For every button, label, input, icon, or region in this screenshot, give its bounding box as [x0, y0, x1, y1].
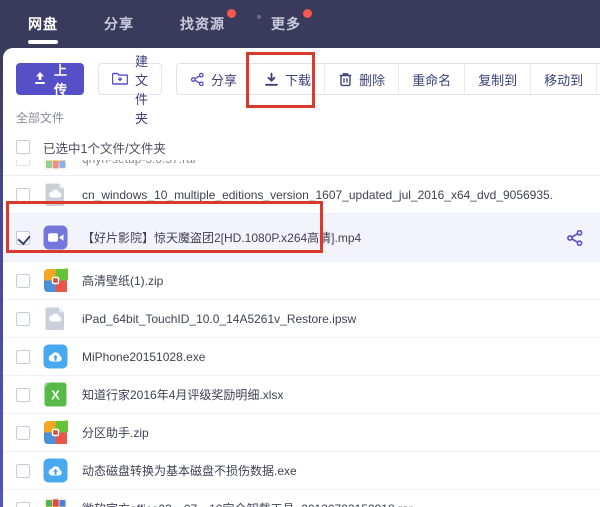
file-row[interactable]: 动态磁盘转换为基本磁盘不损伤数据.exe	[3, 452, 600, 490]
partially-scrolled-row: qnyn-setup-3.0.57.rar	[3, 160, 600, 176]
file-name[interactable]: 微软官方office03、07、10完全卸载工具_20130703152918.…	[82, 500, 413, 507]
file-row[interactable]: 高清壁纸(1).zip	[3, 262, 600, 300]
zip-file-icon	[43, 268, 68, 293]
nav-tab-1[interactable]: 分享	[104, 14, 134, 34]
trash-icon	[338, 72, 353, 87]
toolbar-action-5[interactable]: 移动到	[530, 64, 597, 94]
main-panel: 上传 新建文件夹 分享 下载 删除 重命名 复制到 移动到 推送到云设备 全部文件 已选中1…	[3, 48, 600, 507]
nav-tab-0[interactable]: 网盘	[28, 14, 58, 34]
nav-tab-3[interactable]: 更多	[257, 9, 312, 34]
file-actions-group: 分享 下载 删除 重命名 复制到 移动到 推送到云设备	[176, 63, 600, 95]
toolbar-action-label: 重命名	[412, 72, 452, 88]
zip-file-icon	[43, 420, 68, 445]
nav-tab-label: 更多	[271, 16, 301, 32]
file-checkbox[interactable]	[16, 387, 30, 402]
exe-file-icon	[43, 458, 68, 483]
toolbar-action-4[interactable]: 复制到	[464, 64, 531, 94]
upload-button[interactable]: 上传	[16, 63, 85, 97]
file-row[interactable]: iPad_64bit_TouchID_10.0_14A5261v_Restore…	[3, 300, 600, 338]
row-share-icon[interactable]	[566, 229, 584, 247]
new-folder-button[interactable]: 新建文件夹	[98, 48, 163, 126]
toolbar-action-label: 复制到	[478, 72, 518, 88]
file-name[interactable]: iPad_64bit_TouchID_10.0_14A5261v_Restore…	[82, 312, 356, 326]
svg-text:X: X	[51, 388, 60, 403]
file-list: 已选中1个文件/文件夹 qnyn-setup-3.0.57.rar cn_wind…	[3, 134, 600, 507]
upload-button-label: 上传	[54, 63, 68, 97]
toolbar-action-2[interactable]: 删除	[324, 64, 399, 94]
nav-tab-label: 找资源	[180, 16, 225, 32]
file-name[interactable]: 分区助手.zip	[82, 424, 149, 441]
file-checkbox[interactable]	[16, 273, 30, 288]
file-row[interactable]: MiPhone20151028.exe	[3, 338, 600, 376]
file-name[interactable]: 【好片影院】惊天魔盗团2[HD.1080P.x264高清].mp4	[82, 229, 361, 246]
file-name[interactable]: MiPhone20151028.exe	[82, 350, 205, 364]
nav-tab-2[interactable]: 找资源	[180, 9, 236, 34]
file-row[interactable]: qnyn-setup-3.0.57.rar	[3, 160, 600, 175]
breadcrumb-all-files[interactable]: 全部文件	[16, 109, 600, 126]
file-checkbox[interactable]	[16, 311, 30, 326]
file-checkbox[interactable]	[16, 425, 30, 440]
file-name[interactable]: cn_windows_10_multiple_editions_version_…	[82, 188, 552, 202]
rar-file-icon	[43, 160, 68, 172]
notification-badge	[303, 9, 312, 18]
nav-tab-label: 分享	[104, 16, 134, 32]
toolbar-action-1[interactable]: 下载	[250, 64, 325, 94]
notification-badge	[227, 9, 236, 18]
cloud-doc-file-icon	[43, 306, 68, 331]
cloud-doc-file-icon	[43, 182, 68, 207]
rar-file-icon	[43, 496, 68, 507]
toolbar-action-6[interactable]: 推送到云设备	[596, 64, 600, 94]
download-icon	[264, 72, 279, 87]
file-name[interactable]: 知道行家2016年4月评级奖励明细.xlsx	[82, 386, 283, 403]
selection-summary-text: 已选中1个文件/文件夹	[43, 141, 166, 156]
toolbar-action-label: 删除	[359, 72, 386, 88]
file-checkbox[interactable]	[16, 349, 30, 364]
selection-summary-row: 已选中1个文件/文件夹	[3, 134, 600, 160]
xlsx-file-icon: X	[43, 382, 68, 407]
file-checkbox[interactable]	[16, 463, 30, 478]
video-file-icon	[43, 225, 68, 250]
file-row[interactable]: X 知道行家2016年4月评级奖励明细.xlsx	[3, 376, 600, 414]
share-icon	[190, 72, 205, 87]
file-name[interactable]: 动态磁盘转换为基本磁盘不损伤数据.exe	[82, 462, 297, 479]
file-row[interactable]: 微软官方office03、07、10完全卸载工具_20130703152918.…	[3, 490, 600, 507]
file-row[interactable]: cn_windows_10_multiple_editions_version_…	[3, 176, 600, 214]
toolbar-action-label: 移动到	[544, 72, 584, 88]
file-checkbox[interactable]	[16, 187, 30, 202]
toolbar-action-0[interactable]: 分享	[177, 64, 251, 94]
file-checkbox[interactable]	[16, 230, 30, 245]
exe-file-icon	[43, 344, 68, 369]
file-checkbox[interactable]	[16, 501, 30, 507]
file-row[interactable]: 分区助手.zip	[3, 414, 600, 452]
new-folder-button-label: 新建文件夹	[135, 48, 149, 126]
toolbar-action-label: 分享	[211, 72, 238, 88]
select-all-checkbox[interactable]	[16, 140, 30, 154]
file-row[interactable]: 【好片影院】惊天魔盗团2[HD.1080P.x264高清].mp4	[3, 214, 600, 262]
nav-tab-label: 网盘	[28, 16, 58, 32]
nav-dot-decor	[257, 15, 261, 19]
toolbar-action-3[interactable]: 重命名	[398, 64, 465, 94]
file-name[interactable]: qnyn-setup-3.0.57.rar	[82, 160, 197, 166]
file-name[interactable]: 高清壁纸(1).zip	[82, 272, 163, 289]
toolbar: 上传 新建文件夹 分享 下载 删除 重命名 复制到 移动到 推送到云设备	[3, 48, 600, 126]
file-checkbox[interactable]	[16, 160, 30, 166]
folder-plus-icon	[111, 71, 129, 88]
upload-icon	[33, 71, 47, 88]
top-navigation: 网盘 分享 找资源 更多	[0, 0, 600, 48]
toolbar-action-label: 下载	[285, 72, 312, 88]
